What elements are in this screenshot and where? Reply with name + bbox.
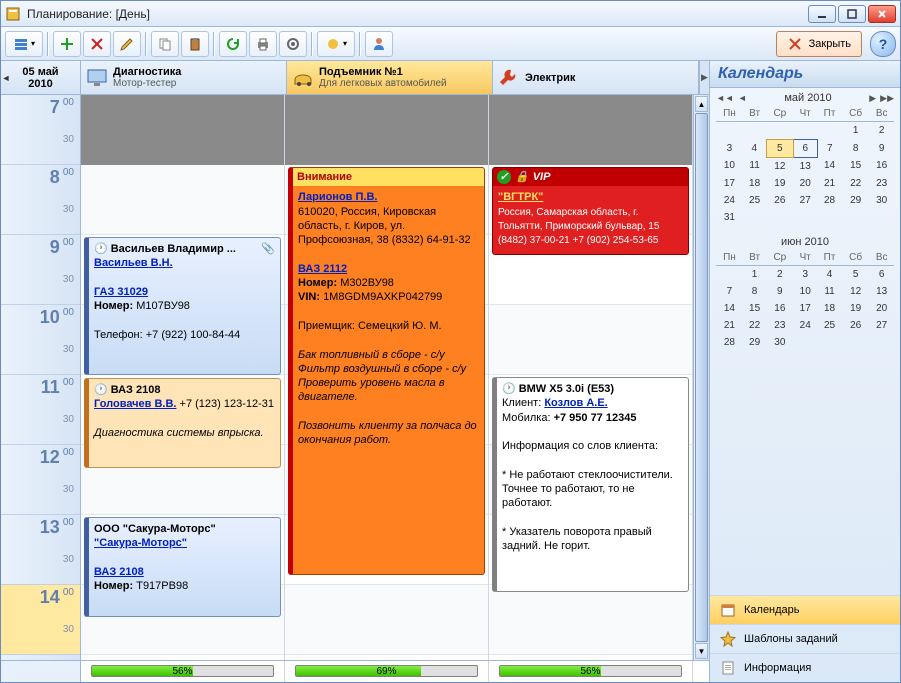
progress-0: 56% — [91, 665, 274, 677]
unavailable-block — [81, 95, 284, 165]
settings-button[interactable] — [279, 31, 307, 57]
appt-client-link[interactable]: Головачев В.В. — [94, 398, 176, 410]
cal-may-table: ПнВтСрЧтПтСбВс 12 3456789 10111213141516… — [716, 106, 894, 226]
vertical-scrollbar[interactable]: ▲ ▼ — [693, 95, 709, 660]
side-panel: Календарь ◄◄ ◄ май 2010 ▶ ▶▶ ПнВтСрЧтПтС… — [710, 61, 900, 682]
color-button[interactable]: ▾ — [317, 31, 355, 57]
time-ruler: 7 0030 8 0030 9 0030 10 0030 11 0030 12 … — [1, 95, 81, 660]
window-title: Планирование: [День] — [27, 7, 808, 21]
appt-bmw[interactable]: 🕐BMW X5 3.0i (E53) Клиент: Козлов А.Е. М… — [492, 377, 689, 592]
mini-calendar-jun: июн 2010 ПнВтСрЧтПтСбВс 123456 789101112… — [710, 232, 900, 357]
unavailable-block — [489, 95, 692, 165]
side-item-info[interactable]: Информация — [710, 653, 900, 682]
new-button[interactable] — [53, 31, 81, 57]
cal-day-selected[interactable]: 5 — [766, 139, 793, 157]
copy-button[interactable] — [151, 31, 179, 57]
calendar-icon — [720, 602, 736, 618]
grid-col-0[interactable]: 🕐Васильев Владимир ...📎 Васильев В.Н. ГА… — [81, 95, 285, 660]
column-header-1[interactable]: Подъемник №1Для легковых автомобилей — [287, 61, 493, 94]
column-2-title: Электрик — [525, 72, 575, 84]
appt-attention[interactable]: Внимание Ларионов П.В. 610020, Россия, К… — [288, 167, 485, 575]
close-button-label: Закрыть — [809, 38, 851, 50]
scheduler: ◄ 05 май 2010 ДиагностикаМотор-тестер По… — [1, 61, 710, 682]
side-title: Календарь — [710, 61, 900, 88]
clock-icon: 🕐 — [94, 383, 108, 397]
lock-icon: 🔒 — [515, 170, 529, 184]
progress-1: 69% — [295, 665, 478, 677]
side-item-calendar[interactable]: Календарь — [710, 595, 900, 624]
refresh-button[interactable] — [219, 31, 247, 57]
scheduler-header: ◄ 05 май 2010 ДиагностикаМотор-тестер По… — [1, 61, 709, 95]
unavailable-block — [285, 95, 488, 165]
appt-vaz2108[interactable]: 🕐ВАЗ 2108 Головачев В.В. +7 (123) 123-12… — [84, 378, 281, 468]
mini-calendar-may: ◄◄ ◄ май 2010 ▶ ▶▶ ПнВтСрЧтПтСбВс 12 345… — [710, 88, 900, 232]
cal-prev-button[interactable]: ◄ — [738, 93, 747, 103]
app-window: Планирование: [День] ▾ ▾ Закрыть ? — [0, 0, 901, 683]
column-header-2[interactable]: Электрик — [493, 61, 699, 94]
monitor-icon — [85, 66, 109, 90]
titlebar: Планирование: [День] — [1, 1, 900, 27]
cal-last-button[interactable]: ▶▶ — [880, 93, 894, 104]
cal-next-button[interactable]: ▶ — [869, 93, 876, 104]
cal-day-today[interactable]: 6 — [793, 139, 817, 157]
star-icon — [720, 631, 736, 647]
column-1-title: Подъемник №1 — [319, 66, 447, 78]
document-icon — [720, 660, 736, 676]
appt-vip[interactable]: ✓🔒VIP "ВГТРК" Россия, Самарская область,… — [492, 167, 689, 255]
grid-col-1[interactable]: Внимание Ларионов П.В. 610020, Россия, К… — [285, 95, 489, 660]
date-line2: 2010 — [28, 78, 52, 90]
appt-vasiliev[interactable]: 🕐Васильев Владимир ...📎 Васильев В.Н. ГА… — [84, 237, 281, 375]
appt-client-link[interactable]: Ларионов П.В. — [298, 191, 377, 203]
maximize-button[interactable] — [838, 5, 866, 23]
side-item-templates[interactable]: Шаблоны заданий — [710, 624, 900, 653]
prev-day-button[interactable]: ◄ — [1, 63, 11, 93]
appt-car-link[interactable]: ГАЗ 31029 — [94, 286, 148, 298]
app-icon — [5, 6, 21, 22]
close-button[interactable]: Закрыть — [776, 31, 862, 57]
column-1-subtitle: Для легковых автомобилей — [319, 78, 447, 89]
car-lift-icon — [291, 66, 315, 90]
appt-client-link[interactable]: Козлов А.Е. — [544, 397, 607, 409]
scroll-up-button[interactable]: ▲ — [695, 96, 708, 112]
close-window-button[interactable] — [868, 5, 896, 23]
appt-client-link[interactable]: "Сакура-Моторс" — [94, 537, 187, 549]
edit-button[interactable] — [113, 31, 141, 57]
user-button[interactable] — [365, 31, 393, 57]
delete-button[interactable] — [83, 31, 111, 57]
column-0-subtitle: Мотор-тестер — [113, 78, 181, 89]
cal-first-button[interactable]: ◄◄ — [716, 93, 734, 103]
appt-client-link[interactable]: Васильев В.Н. — [94, 257, 173, 269]
clock-icon: 🕐 — [94, 242, 108, 256]
view-button[interactable]: ▾ — [5, 31, 43, 57]
next-resource-button[interactable]: ▶ — [699, 61, 709, 94]
date-header: ◄ 05 май 2010 — [1, 61, 81, 94]
check-icon: ✓ — [497, 170, 511, 184]
minimize-button[interactable] — [808, 5, 836, 23]
appt-car-link[interactable]: ВАЗ 2108 — [94, 566, 144, 578]
grid-col-2[interactable]: ✓🔒VIP "ВГТРК" Россия, Самарская область,… — [489, 95, 693, 660]
clip-icon: 📎 — [261, 242, 275, 256]
window-buttons — [808, 5, 896, 23]
appt-car-link[interactable]: ВАЗ 2112 — [298, 263, 347, 275]
column-header-0[interactable]: ДиагностикаМотор-тестер — [81, 61, 287, 94]
help-button[interactable]: ? — [870, 31, 896, 57]
date-line1: 05 май — [22, 66, 58, 78]
print-button[interactable] — [249, 31, 277, 57]
appt-sakura[interactable]: ООО "Сакура-Моторс" "Сакура-Моторс" ВАЗ … — [84, 517, 281, 617]
side-nav: Календарь Шаблоны заданий Информация — [710, 595, 900, 682]
toolbar: ▾ ▾ Закрыть ? — [1, 27, 900, 61]
scroll-thumb[interactable] — [695, 113, 708, 642]
cal-jun-table: ПнВтСрЧтПтСбВс 123456 78910111213 141516… — [716, 250, 894, 351]
progress-2: 56% — [499, 665, 682, 677]
wrench-icon — [497, 66, 521, 90]
column-0-title: Диагностика — [113, 66, 181, 78]
appt-client-link[interactable]: "ВГТРК" — [498, 191, 543, 203]
progress-row: 56% 69% 56% — [1, 660, 709, 682]
clock-icon: 🕐 — [502, 382, 516, 396]
scroll-down-button[interactable]: ▼ — [695, 643, 708, 659]
paste-button[interactable] — [181, 31, 209, 57]
